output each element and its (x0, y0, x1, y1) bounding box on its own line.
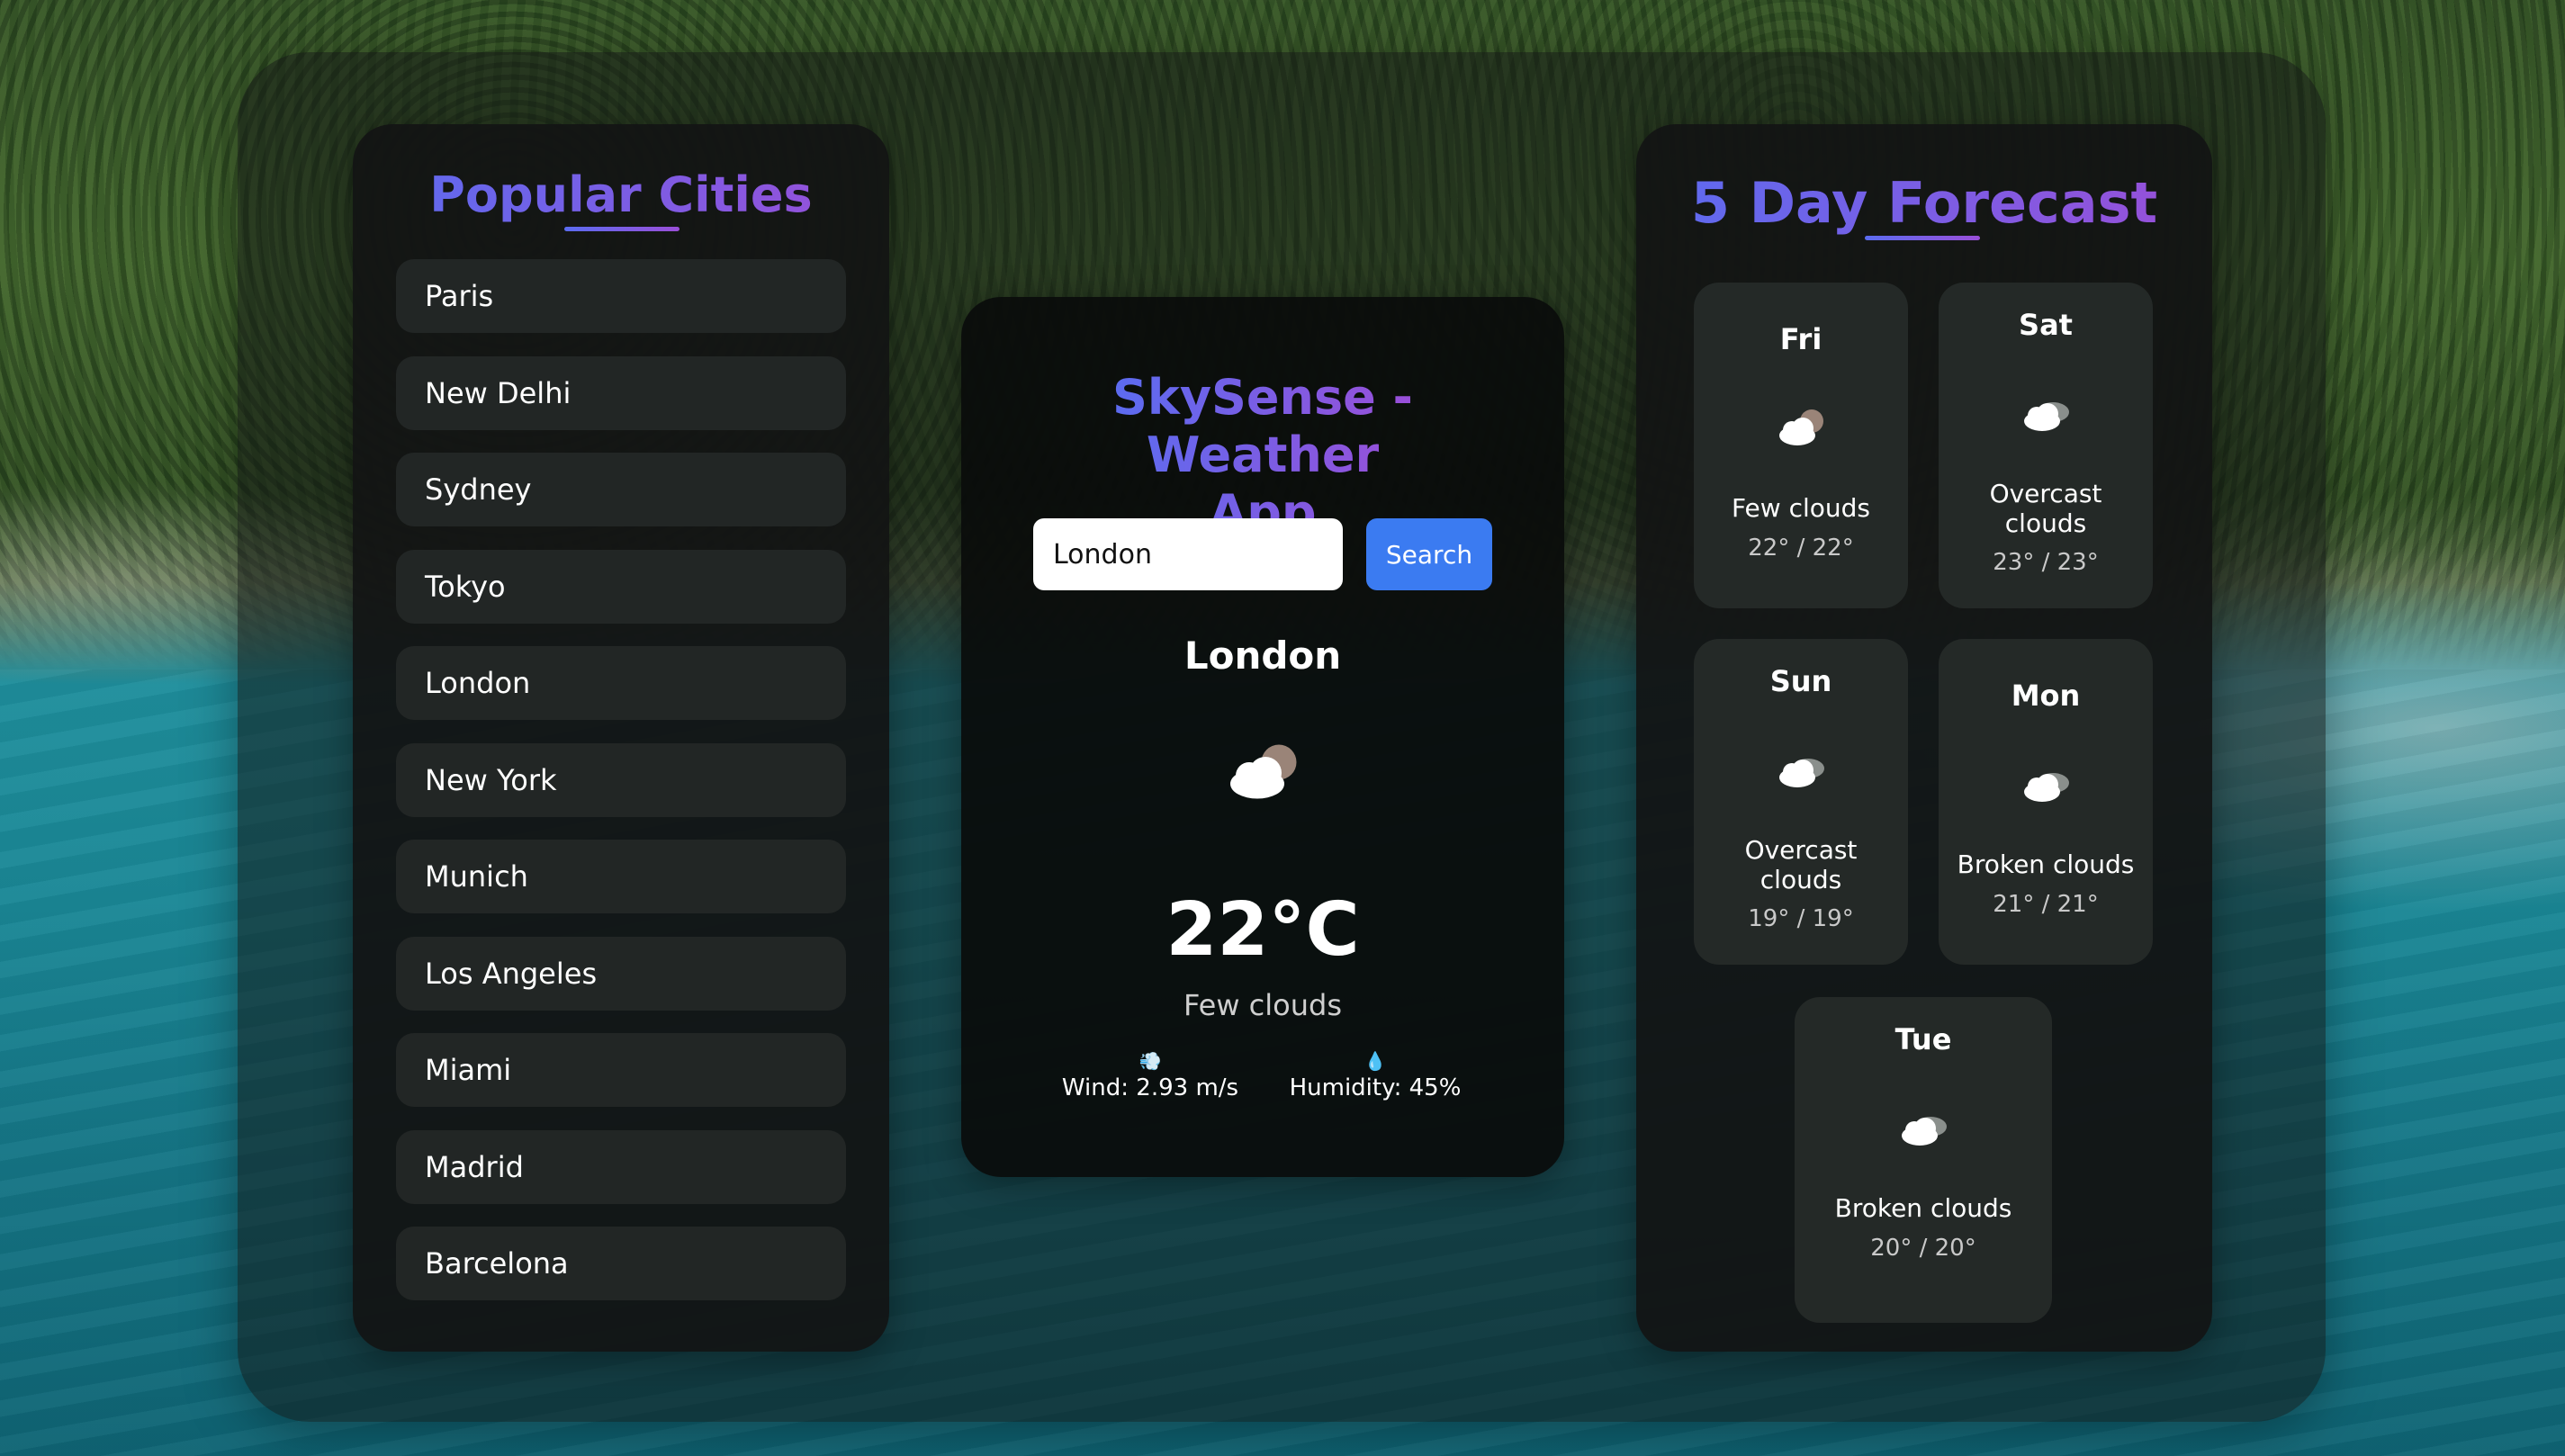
wind-stat: 💨 Wind: 2.93 m/s (1060, 1047, 1240, 1101)
city-item-london[interactable]: London (396, 646, 846, 720)
current-temperature: 22°C (1166, 887, 1360, 973)
search-button[interactable]: Search (1366, 518, 1492, 590)
city-item-barcelona[interactable]: Barcelona (396, 1227, 846, 1300)
forecast-card-tue: Tue Broken clouds 20° / 20° (1795, 997, 2052, 1323)
current-weather-panel: SkySense - Weather App Search London 22°… (961, 297, 1564, 1177)
city-item-miami[interactable]: Miami (396, 1033, 846, 1107)
wind-value: Wind: 2.93 m/s (1061, 1074, 1239, 1101)
forecast-day-name: Mon (2011, 679, 2081, 713)
forecast-card-sat: Sat Overcast clouds 23° / 23° (1939, 283, 2153, 608)
forecast-card-mon: Mon Broken clouds 21° / 21° (1939, 639, 2153, 965)
humidity-stat: 💧 Humidity: 45% (1285, 1047, 1465, 1101)
forecast-temperature: 22° / 22° (1748, 535, 1854, 562)
humidity-value: Humidity: 45% (1289, 1074, 1462, 1101)
forecast-description: Broken clouds (1834, 1193, 2012, 1223)
city-item-tokyo[interactable]: Tokyo (396, 549, 846, 624)
popular-cities-title: Popular Cities (353, 164, 889, 227)
broken-clouds-icon (2024, 773, 2069, 802)
title-underline (1865, 236, 1980, 240)
forecast-temperature: 23° / 23° (1993, 549, 2099, 576)
droplet-icon: 💧 (1364, 1050, 1387, 1072)
overcast-clouds-icon (1779, 759, 1824, 787)
forecast-description: Broken clouds (1957, 849, 2135, 879)
city-item-paris[interactable]: Paris (396, 259, 846, 333)
forecast-panel: 5 Day Forecast Fri Few clouds 22° / 22° … (1636, 124, 2212, 1352)
forecast-temperature: 20° / 20° (1870, 1235, 1976, 1262)
forecast-description: Overcast clouds (1744, 835, 1858, 894)
few-clouds-icon (1779, 409, 1823, 445)
popular-cities-panel: Popular Cities Paris New Delhi Sydney To… (353, 124, 889, 1352)
forecast-day-name: Fri (1779, 322, 1822, 356)
forecast-day-name: Sun (1769, 664, 1832, 698)
forecast-temperature: 19° / 19° (1748, 905, 1854, 932)
city-item-madrid[interactable]: Madrid (396, 1129, 846, 1204)
forecast-card-fri: Fri Few clouds 22° / 22° (1694, 283, 1908, 608)
overcast-clouds-icon (2024, 402, 2069, 431)
app-title-text: SkySense - Weather App (1110, 369, 1416, 542)
current-city-name: London (1184, 634, 1342, 678)
search-input[interactable] (1033, 518, 1343, 590)
title-underline (564, 227, 680, 231)
city-item-sydney[interactable]: Sydney (396, 453, 846, 526)
wind-icon: 💨 (1138, 1050, 1162, 1072)
city-item-munich[interactable]: Munich (396, 840, 846, 913)
city-item-new-delhi[interactable]: New Delhi (396, 355, 846, 430)
forecast-title: 5 Day Forecast (1636, 169, 2212, 238)
forecast-description: Few clouds (1731, 493, 1870, 523)
city-list: Paris New Delhi Sydney Tokyo London New … (396, 259, 846, 1324)
city-item-new-york[interactable]: New York (396, 742, 846, 817)
broken-clouds-icon (1902, 1117, 1947, 1146)
forecast-card-sun: Sun Overcast clouds 19° / 19° (1694, 639, 1908, 965)
forecast-day-name: Sat (2019, 308, 2073, 342)
current-description: Few clouds (1183, 988, 1342, 1022)
app-title: SkySense - Weather App (961, 369, 1564, 542)
forecast-temperature: 21° / 21° (1993, 891, 2099, 918)
city-item-los-angeles[interactable]: Los Angeles (396, 936, 846, 1011)
few-clouds-icon (1230, 744, 1297, 799)
forecast-day-name: Tue (1894, 1022, 1952, 1056)
forecast-description: Overcast clouds (1989, 479, 2102, 538)
